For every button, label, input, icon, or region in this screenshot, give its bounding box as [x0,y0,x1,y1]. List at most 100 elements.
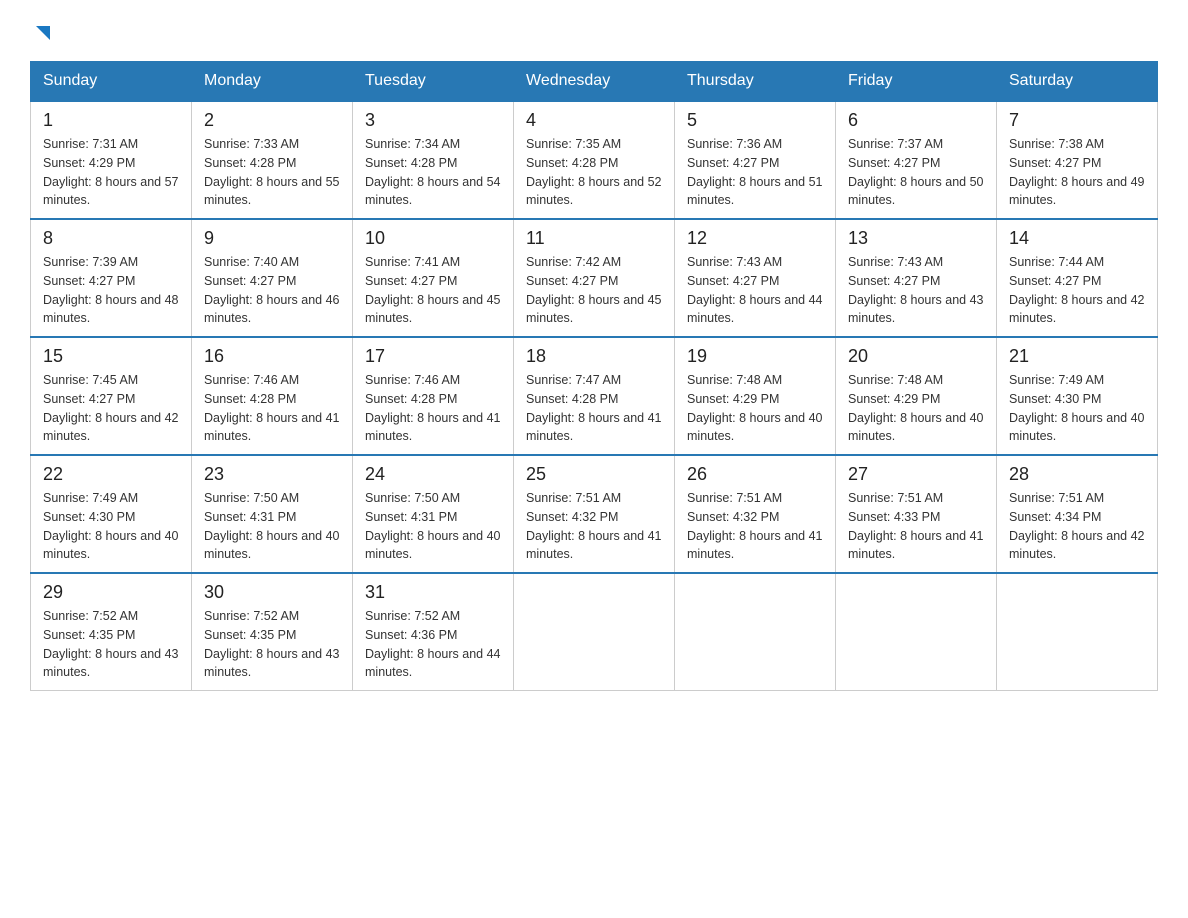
table-row [675,573,836,691]
day-info: Sunrise: 7:40 AMSunset: 4:27 PMDaylight:… [204,255,340,325]
day-info: Sunrise: 7:46 AMSunset: 4:28 PMDaylight:… [365,373,501,443]
day-number: 31 [365,582,501,603]
day-number: 25 [526,464,662,485]
table-row: 8 Sunrise: 7:39 AMSunset: 4:27 PMDayligh… [31,219,192,337]
day-number: 14 [1009,228,1145,249]
table-row: 27 Sunrise: 7:51 AMSunset: 4:33 PMDaylig… [836,455,997,573]
day-number: 20 [848,346,984,367]
day-number: 10 [365,228,501,249]
table-row: 9 Sunrise: 7:40 AMSunset: 4:27 PMDayligh… [192,219,353,337]
week-row-1: 1 Sunrise: 7:31 AMSunset: 4:29 PMDayligh… [31,101,1158,219]
column-header-monday: Monday [192,62,353,102]
day-number: 19 [687,346,823,367]
day-info: Sunrise: 7:39 AMSunset: 4:27 PMDaylight:… [43,255,179,325]
calendar-table: SundayMondayTuesdayWednesdayThursdayFrid… [30,61,1158,691]
day-info: Sunrise: 7:52 AMSunset: 4:35 PMDaylight:… [43,609,179,679]
table-row: 20 Sunrise: 7:48 AMSunset: 4:29 PMDaylig… [836,337,997,455]
table-row: 5 Sunrise: 7:36 AMSunset: 4:27 PMDayligh… [675,101,836,219]
column-header-wednesday: Wednesday [514,62,675,102]
day-number: 23 [204,464,340,485]
table-row: 3 Sunrise: 7:34 AMSunset: 4:28 PMDayligh… [353,101,514,219]
table-row [997,573,1158,691]
table-row: 24 Sunrise: 7:50 AMSunset: 4:31 PMDaylig… [353,455,514,573]
page-header [30,20,1158,41]
day-number: 4 [526,110,662,131]
day-number: 5 [687,110,823,131]
table-row: 4 Sunrise: 7:35 AMSunset: 4:28 PMDayligh… [514,101,675,219]
table-row: 30 Sunrise: 7:52 AMSunset: 4:35 PMDaylig… [192,573,353,691]
table-row [514,573,675,691]
day-number: 9 [204,228,340,249]
table-row: 28 Sunrise: 7:51 AMSunset: 4:34 PMDaylig… [997,455,1158,573]
table-row: 1 Sunrise: 7:31 AMSunset: 4:29 PMDayligh… [31,101,192,219]
day-number: 1 [43,110,179,131]
table-row: 17 Sunrise: 7:46 AMSunset: 4:28 PMDaylig… [353,337,514,455]
day-info: Sunrise: 7:50 AMSunset: 4:31 PMDaylight:… [204,491,340,561]
day-info: Sunrise: 7:43 AMSunset: 4:27 PMDaylight:… [848,255,984,325]
day-number: 12 [687,228,823,249]
table-row: 31 Sunrise: 7:52 AMSunset: 4:36 PMDaylig… [353,573,514,691]
day-info: Sunrise: 7:51 AMSunset: 4:32 PMDaylight:… [687,491,823,561]
day-info: Sunrise: 7:51 AMSunset: 4:34 PMDaylight:… [1009,491,1145,561]
week-row-2: 8 Sunrise: 7:39 AMSunset: 4:27 PMDayligh… [31,219,1158,337]
day-info: Sunrise: 7:49 AMSunset: 4:30 PMDaylight:… [1009,373,1145,443]
day-number: 8 [43,228,179,249]
column-header-saturday: Saturday [997,62,1158,102]
column-header-thursday: Thursday [675,62,836,102]
table-row: 21 Sunrise: 7:49 AMSunset: 4:30 PMDaylig… [997,337,1158,455]
day-info: Sunrise: 7:33 AMSunset: 4:28 PMDaylight:… [204,137,340,207]
logo-triangle-icon [32,22,54,44]
day-info: Sunrise: 7:49 AMSunset: 4:30 PMDaylight:… [43,491,179,561]
calendar-header-row: SundayMondayTuesdayWednesdayThursdayFrid… [31,62,1158,102]
day-info: Sunrise: 7:50 AMSunset: 4:31 PMDaylight:… [365,491,501,561]
week-row-5: 29 Sunrise: 7:52 AMSunset: 4:35 PMDaylig… [31,573,1158,691]
logo [30,20,54,41]
day-number: 2 [204,110,340,131]
day-info: Sunrise: 7:38 AMSunset: 4:27 PMDaylight:… [1009,137,1145,207]
table-row: 11 Sunrise: 7:42 AMSunset: 4:27 PMDaylig… [514,219,675,337]
day-info: Sunrise: 7:52 AMSunset: 4:36 PMDaylight:… [365,609,501,679]
day-info: Sunrise: 7:48 AMSunset: 4:29 PMDaylight:… [848,373,984,443]
day-number: 7 [1009,110,1145,131]
day-number: 28 [1009,464,1145,485]
table-row [836,573,997,691]
table-row: 19 Sunrise: 7:48 AMSunset: 4:29 PMDaylig… [675,337,836,455]
day-number: 22 [43,464,179,485]
day-number: 17 [365,346,501,367]
table-row: 10 Sunrise: 7:41 AMSunset: 4:27 PMDaylig… [353,219,514,337]
day-info: Sunrise: 7:35 AMSunset: 4:28 PMDaylight:… [526,137,662,207]
day-number: 29 [43,582,179,603]
table-row: 2 Sunrise: 7:33 AMSunset: 4:28 PMDayligh… [192,101,353,219]
day-info: Sunrise: 7:48 AMSunset: 4:29 PMDaylight:… [687,373,823,443]
day-number: 18 [526,346,662,367]
table-row: 25 Sunrise: 7:51 AMSunset: 4:32 PMDaylig… [514,455,675,573]
day-number: 3 [365,110,501,131]
week-row-3: 15 Sunrise: 7:45 AMSunset: 4:27 PMDaylig… [31,337,1158,455]
table-row: 14 Sunrise: 7:44 AMSunset: 4:27 PMDaylig… [997,219,1158,337]
table-row: 26 Sunrise: 7:51 AMSunset: 4:32 PMDaylig… [675,455,836,573]
column-header-tuesday: Tuesday [353,62,514,102]
day-number: 11 [526,228,662,249]
week-row-4: 22 Sunrise: 7:49 AMSunset: 4:30 PMDaylig… [31,455,1158,573]
day-info: Sunrise: 7:31 AMSunset: 4:29 PMDaylight:… [43,137,179,207]
table-row: 13 Sunrise: 7:43 AMSunset: 4:27 PMDaylig… [836,219,997,337]
table-row: 12 Sunrise: 7:43 AMSunset: 4:27 PMDaylig… [675,219,836,337]
table-row: 6 Sunrise: 7:37 AMSunset: 4:27 PMDayligh… [836,101,997,219]
day-info: Sunrise: 7:46 AMSunset: 4:28 PMDaylight:… [204,373,340,443]
column-header-sunday: Sunday [31,62,192,102]
table-row: 15 Sunrise: 7:45 AMSunset: 4:27 PMDaylig… [31,337,192,455]
table-row: 7 Sunrise: 7:38 AMSunset: 4:27 PMDayligh… [997,101,1158,219]
table-row: 29 Sunrise: 7:52 AMSunset: 4:35 PMDaylig… [31,573,192,691]
day-info: Sunrise: 7:43 AMSunset: 4:27 PMDaylight:… [687,255,823,325]
day-number: 27 [848,464,984,485]
day-info: Sunrise: 7:42 AMSunset: 4:27 PMDaylight:… [526,255,662,325]
table-row: 22 Sunrise: 7:49 AMSunset: 4:30 PMDaylig… [31,455,192,573]
day-info: Sunrise: 7:36 AMSunset: 4:27 PMDaylight:… [687,137,823,207]
day-info: Sunrise: 7:34 AMSunset: 4:28 PMDaylight:… [365,137,501,207]
day-number: 21 [1009,346,1145,367]
column-header-friday: Friday [836,62,997,102]
day-number: 15 [43,346,179,367]
day-info: Sunrise: 7:51 AMSunset: 4:32 PMDaylight:… [526,491,662,561]
day-number: 6 [848,110,984,131]
table-row: 18 Sunrise: 7:47 AMSunset: 4:28 PMDaylig… [514,337,675,455]
